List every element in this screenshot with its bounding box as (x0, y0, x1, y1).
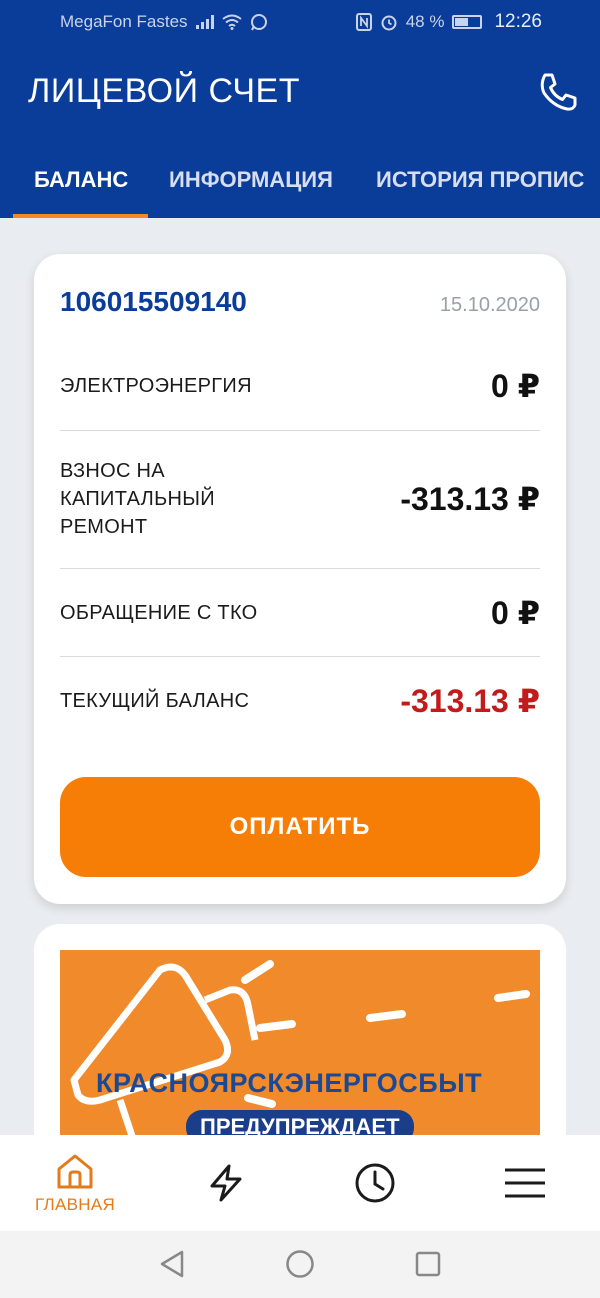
divider (60, 656, 540, 657)
balance-row-electricity: ЭЛЕКТРОЭНЕРГИЯ 0 ₽ (60, 362, 540, 410)
nav-menu[interactable] (495, 1135, 555, 1231)
home-circle-icon[interactable] (285, 1249, 315, 1279)
battery-percent: 48 % (405, 12, 445, 31)
bottom-navigation: ГЛАВНАЯ (0, 1135, 600, 1231)
balance-card: 106015509140 15.10.2020 ЭЛЕКТРОЭНЕРГИЯ 0… (34, 254, 566, 904)
battery-icon (452, 15, 483, 29)
row-label: ТЕКУЩИЙ БАЛАНС (60, 690, 250, 712)
alarm-icon (381, 15, 397, 31)
row-value: 0 ₽ (491, 368, 540, 404)
signal-icon (195, 15, 214, 29)
clock-time: 12:26 (494, 11, 542, 32)
row-label: ЭЛЕКТРОЭНЕРГИЯ (60, 375, 252, 397)
tab-balance[interactable]: БАЛАНС (34, 142, 128, 218)
row-value: -313.13 ₽ (400, 481, 540, 517)
active-tab-indicator (13, 214, 148, 218)
carrier-name: MegaFon Fastes (60, 12, 188, 31)
page-title: ЛИЦЕВОЙ СЧЕТ (28, 72, 300, 110)
recents-icon[interactable] (414, 1249, 442, 1279)
nav-history[interactable] (345, 1135, 405, 1231)
tab-information[interactable]: ИНФОРМАЦИЯ (169, 142, 333, 218)
account-number: 106015509140 (60, 286, 247, 317)
balance-row-capital-repair: ВЗНОС НА КАПИТАЛЬНЫЙ РЕМОНТ -313.13 ₽ (60, 454, 540, 544)
tab-bar: БАЛАНС ИНФОРМАЦИЯ ИСТОРИЯ ПРОПИС (0, 142, 600, 218)
whatsapp-icon (250, 14, 267, 31)
balance-row-current: ТЕКУЩИЙ БАЛАНС -313.13 ₽ (60, 677, 540, 725)
back-icon[interactable] (158, 1249, 186, 1279)
row-value: 0 ₽ (491, 595, 540, 631)
nav-home-label: ГЛАВНАЯ (34, 1195, 116, 1214)
lightning-icon (210, 1164, 242, 1202)
home-icon (57, 1154, 93, 1189)
balance-row-waste: ОБРАЩЕНИЕ С ТКО 0 ₽ (60, 589, 540, 637)
nfc-icon (355, 13, 372, 31)
phone-icon[interactable] (536, 70, 580, 114)
tab-registration-history[interactable]: ИСТОРИЯ ПРОПИС (376, 142, 584, 218)
pay-button[interactable]: ОПЛАТИТЬ (60, 777, 540, 877)
row-label: ОБРАЩЕНИЕ С ТКО (60, 602, 258, 624)
app-header: ЛИЦЕВОЙ СЧЕТ БАЛАНС ИНФОРМАЦИЯ ИСТОРИЯ П… (0, 44, 600, 218)
promo-title: КРАСНОЯРСКЭНЕРГОСБЫТ (96, 1068, 483, 1098)
clock-icon (355, 1163, 395, 1203)
account-date: 15.10.2020 (439, 294, 540, 316)
status-bar: MegaFon Fastes 48 % 12:26 (0, 0, 600, 44)
wifi-icon (221, 14, 242, 30)
nav-energy[interactable] (196, 1135, 256, 1231)
divider (60, 430, 540, 431)
menu-icon (505, 1168, 545, 1198)
system-navigation-bar (0, 1231, 600, 1298)
divider (60, 568, 540, 569)
current-balance-value: -313.13 ₽ (400, 683, 540, 719)
nav-home[interactable]: ГЛАВНАЯ (28, 1135, 122, 1231)
row-label: ВЗНОС НА КАПИТАЛЬНЫЙ РЕМОНТ (60, 460, 215, 538)
